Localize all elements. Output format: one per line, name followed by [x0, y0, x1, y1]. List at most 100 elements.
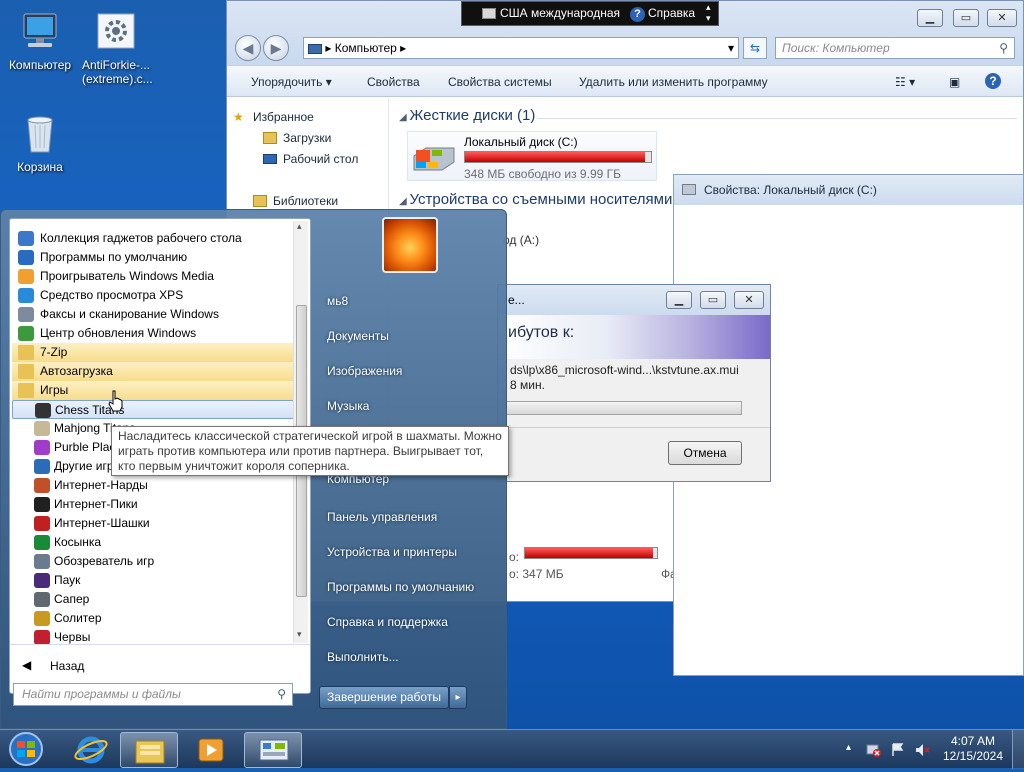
program-item[interactable]: Средство просмотра XPS	[12, 286, 294, 305]
taskbar-control-panel[interactable]	[244, 732, 302, 768]
copy-close-button[interactable]: ✕	[734, 291, 764, 309]
taskbar-media-player[interactable]	[182, 732, 240, 768]
copy-dialog-title: е...	[508, 293, 525, 307]
forward-button[interactable]: ▶	[263, 35, 289, 61]
start-search-input[interactable]: Найти программы и файлы ⚲	[13, 683, 293, 706]
volume-muted-icon[interactable]	[914, 742, 930, 758]
start-documents[interactable]: Документы	[327, 329, 389, 343]
nav-libraries[interactable]: Библиотеки	[253, 194, 338, 208]
language-help[interactable]: Справка	[648, 2, 695, 25]
start-button[interactable]	[4, 730, 48, 769]
desktop-icon-recycle-bin[interactable]: Корзина	[2, 112, 78, 174]
program-item[interactable]: Chess Titans	[12, 400, 294, 419]
start-help-support[interactable]: Справка и поддержка	[327, 615, 448, 629]
copy-progress-dialog[interactable]: е... ▁ ▭ ✕ ибутов к: ds\lp\x86_microsoft…	[497, 284, 771, 482]
hearts-icon	[34, 630, 50, 645]
program-item[interactable]: Косынка	[12, 533, 294, 552]
settings-file-icon	[94, 10, 138, 54]
copy-dialog-heading: ибутов к:	[508, 324, 575, 341]
program-item[interactable]: Коллекция гаджетов рабочего стола	[12, 229, 294, 248]
back-button[interactable]: ◀	[235, 35, 261, 61]
breadcrumb[interactable]: Компьютер	[335, 41, 397, 55]
nav-desktop[interactable]: Рабочий стол	[263, 152, 358, 166]
desktop-icon-antiforkie[interactable]: AntiForkie-... (extreme).c...	[78, 10, 154, 86]
drive-name: Локальный диск (C:)	[464, 135, 578, 149]
taskbar: ▴ 4:07 AM 12/15/2024	[0, 729, 1024, 769]
shutdown-options-icon[interactable]: ▸	[449, 686, 467, 709]
program-item[interactable]: Проигрыватель Windows Media	[12, 267, 294, 286]
uninstall-program-button[interactable]: Удалить или изменить программу	[579, 75, 768, 89]
program-label: Проигрыватель Windows Media	[40, 269, 214, 283]
group-hard-drives[interactable]: ◢ Жесткие диски (1)	[399, 107, 535, 124]
show-hidden-icons[interactable]: ▴	[846, 742, 851, 753]
start-user-name[interactable]: мь8	[327, 294, 348, 308]
desktop-icon-computer[interactable]: Компьютер	[2, 10, 78, 72]
start-music[interactable]: Музыка	[327, 399, 369, 413]
program-item[interactable]: Солитер	[12, 609, 294, 628]
checkers-icon	[34, 516, 50, 531]
start-run[interactable]: Выполнить...	[327, 650, 399, 664]
games-explorer-icon	[34, 554, 50, 569]
mahjong-icon	[34, 421, 50, 436]
group-removable[interactable]: ◢ Устройства со съемными носителями	[399, 191, 672, 208]
nav-downloads[interactable]: Загрузки	[263, 131, 331, 145]
program-item[interactable]: Обозреватель игр	[12, 552, 294, 571]
program-item[interactable]: Игры	[12, 381, 294, 400]
program-item[interactable]: Интернет-Шашки	[12, 514, 294, 533]
network-warning-icon[interactable]	[866, 742, 882, 758]
program-item[interactable]: Автозагрузка	[12, 362, 294, 381]
back-link[interactable]: ◀ Назад	[18, 657, 138, 677]
organize-button[interactable]: Упорядочить ▾	[251, 75, 332, 89]
program-label: Центр обновления Windows	[40, 326, 197, 340]
address-dropdown-icon[interactable]: ▾	[728, 38, 734, 58]
folder-icon	[18, 364, 34, 379]
minimize-button[interactable]: ▁	[917, 9, 943, 27]
copy-maximize-button[interactable]: ▭	[700, 291, 726, 309]
nav-favorites[interactable]: ★ Избранное	[233, 110, 314, 124]
action-center-icon[interactable]	[890, 742, 906, 758]
close-button[interactable]: ✕	[987, 9, 1017, 27]
refresh-button[interactable]: ⇆	[743, 37, 767, 59]
preview-pane-icon[interactable]: ▣	[949, 75, 960, 89]
program-label: Интернет-Пики	[54, 497, 138, 511]
program-item[interactable]: 7-Zip	[12, 343, 294, 362]
scroll-up-icon[interactable]: ▴	[297, 221, 302, 232]
clock-date: 12/15/2024	[942, 749, 1004, 763]
program-item[interactable]: Интернет-Нарды	[12, 476, 294, 495]
taskbar-explorer[interactable]	[120, 732, 178, 768]
start-devices-printers[interactable]: Устройства и принтеры	[327, 545, 457, 559]
show-desktop-button[interactable]	[1012, 730, 1024, 769]
clock[interactable]: 4:07 AM 12/15/2024	[942, 734, 1004, 764]
help-icon[interactable]: ?	[985, 73, 1001, 89]
language-label[interactable]: США международная	[500, 2, 620, 25]
maximize-button[interactable]: ▭	[953, 9, 979, 27]
start-control-panel[interactable]: Панель управления	[327, 510, 437, 524]
program-item[interactable]: Центр обновления Windows	[12, 324, 294, 343]
program-item[interactable]: Факсы и сканирование Windows	[12, 305, 294, 324]
search-input[interactable]: Поиск: Компьютер ⚲	[775, 37, 1015, 59]
drive-c-tile[interactable]: Локальный диск (C:) 348 МБ свободно из 9…	[407, 131, 657, 181]
cancel-button[interactable]: Отмена	[668, 441, 742, 465]
view-options-icon[interactable]: ☷ ▾	[895, 75, 915, 89]
shutdown-button[interactable]: Завершение работы	[319, 686, 449, 709]
desktop-icon-label: Компьютер	[8, 58, 72, 72]
program-item[interactable]: Интернет-Пики	[12, 495, 294, 514]
copy-dialog-banner: ибутов к:	[498, 315, 770, 359]
system-properties-button[interactable]: Свойства системы	[448, 75, 552, 89]
program-item[interactable]: Программы по умолчанию	[12, 248, 294, 267]
start-default-programs[interactable]: Программы по умолчанию	[327, 580, 474, 594]
program-item[interactable]: Сапер	[12, 590, 294, 609]
copy-minimize-button[interactable]: ▁	[666, 291, 692, 309]
floppy-drive-partial[interactable]: од (A:)	[503, 233, 539, 247]
taskbar-internet-explorer[interactable]	[62, 732, 120, 768]
program-item[interactable]: Паук	[12, 571, 294, 590]
spider-icon	[34, 573, 50, 588]
scroll-down-icon[interactable]: ▾	[297, 629, 302, 640]
address-bar[interactable]: ▸ Компьютер ▸ ▾	[303, 37, 739, 59]
language-bar-options-icon[interactable]: ▴ ▾	[706, 2, 711, 24]
properties-button[interactable]: Свойства	[367, 75, 420, 89]
language-bar[interactable]: США международная ? Справка ▴ ▾	[461, 1, 719, 26]
start-pictures[interactable]: Изображения	[327, 364, 402, 378]
user-avatar[interactable]	[382, 217, 438, 273]
breadcrumb-arrow-icon: ▸	[325, 41, 335, 55]
